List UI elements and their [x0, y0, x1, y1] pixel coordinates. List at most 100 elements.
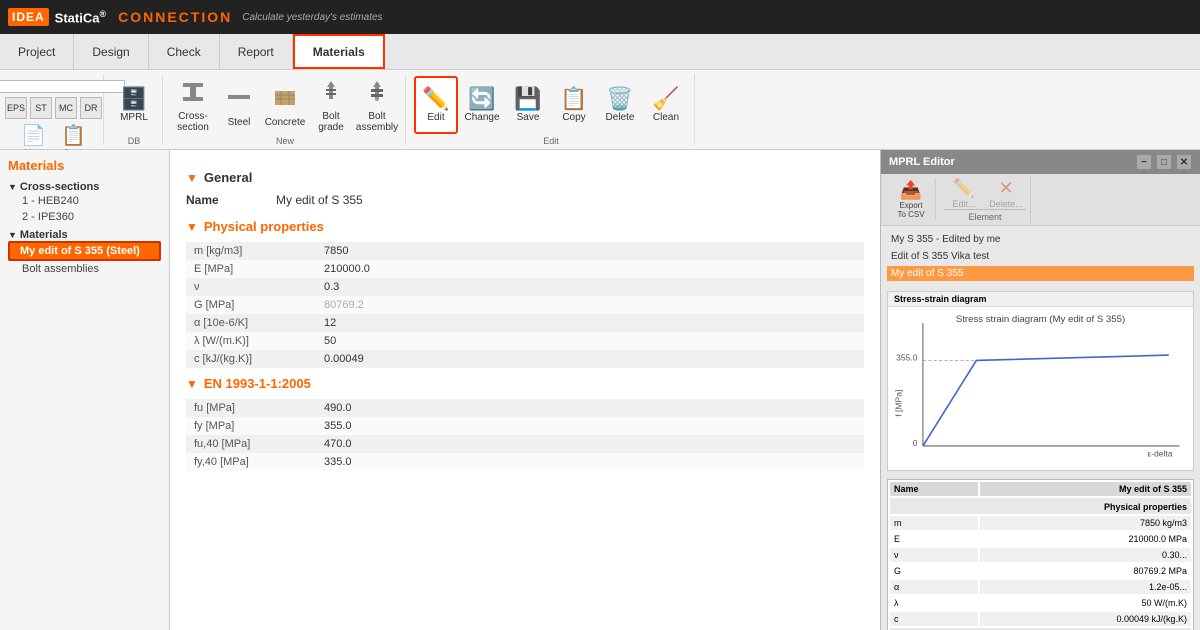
name-label: Name [186, 193, 266, 207]
db-group-label: DB [128, 134, 141, 146]
triangle-en: ▼ [186, 377, 198, 391]
tab-report[interactable]: Report [220, 34, 293, 69]
concrete-icon [271, 83, 299, 115]
change-btn[interactable]: 🔄 Change [460, 76, 504, 134]
copy-icon: 📋 [560, 88, 587, 110]
physical-props-table: m [kg/m3]7850E [MPa]210000.0ν0.3G [MPa]8… [186, 242, 864, 368]
mc-btn[interactable]: MC [55, 97, 77, 119]
export-icon: 📤 [900, 180, 922, 201]
physical-prop-row: c [kJ/(kg.K)]0.00049 [186, 350, 864, 368]
steel-btn[interactable]: Steel [217, 76, 261, 134]
mprl-prop-row: G80769.2 MPa [890, 564, 1191, 578]
change-icon: 🔄 [468, 88, 495, 110]
mprl-minimize-btn[interactable]: − [1136, 154, 1152, 170]
bolt-grade-icon [317, 77, 345, 109]
cross-section-btn[interactable]: Cross-section [171, 76, 215, 134]
mprl-list-item-1[interactable]: Edit of S 355 Vika test [887, 249, 1194, 264]
physical-prop-row: α [10e-6/K]12 [186, 314, 864, 332]
physical-prop-row: λ [W/(m.K)]50 [186, 332, 864, 350]
logo-staticа: StatiCa® [55, 9, 106, 25]
edit-btn[interactable]: ✏️ Edit [414, 76, 458, 134]
physical-props-header: ▼ Physical properties [186, 219, 864, 234]
physical-prop-row: ν0.3 [186, 278, 864, 296]
app-subtitle: Calculate yesterday's estimates [242, 12, 382, 23]
clean-icon: 🧹 [652, 88, 679, 110]
stress-strain-chart: Stress strain diagram (My edit of S 355)… [888, 307, 1193, 462]
mprl-prop-row: ν0.30... [890, 548, 1191, 562]
mprl-list-area: My S 355 - Edited by me Edit of S 355 Vi… [881, 226, 1200, 287]
bolt-grade-btn[interactable]: Bolt grade [309, 76, 353, 134]
edit-group-label: Edit [543, 134, 559, 146]
mprl-maximize-btn[interactable]: □ [1156, 154, 1172, 170]
eps-btn[interactable]: EPS [5, 97, 27, 119]
bolt-assembly-icon [363, 77, 391, 109]
mprl-toolbar-group1: 📤 ExportTo CSV [887, 178, 936, 221]
edit-icon: ✏️ [422, 88, 449, 110]
svg-text:ε-delta: ε-delta [1147, 449, 1172, 459]
sidebar-section-cross-sections-header[interactable]: ▼ Cross-sections [8, 181, 161, 193]
mprl-prop-row: α1.2e-05... [890, 580, 1191, 594]
main-content: Materials ▼ Cross-sections 1 - HEB240 2 … [0, 150, 1200, 630]
sidebar-item-ipe360[interactable]: 2 - IPE360 [8, 209, 161, 225]
toolbar-search-group: EPS ST MC DR 📄 New 📋 Copy [4, 74, 104, 145]
general-section-title: General [204, 170, 252, 185]
clean-btn[interactable]: 🧹 Clean [644, 76, 688, 134]
mprl-list-item-0[interactable]: My S 355 - Edited by me [887, 232, 1194, 247]
svg-text:355.0: 355.0 [896, 352, 918, 362]
chart-canvas: Stress strain diagram (My edit of S 355)… [888, 307, 1193, 462]
mprl-delete-btn[interactable]: ✕ Delete... [986, 178, 1026, 209]
sidebar-cross-sections: ▼ Cross-sections 1 - HEB240 2 - IPE360 [8, 181, 161, 225]
mprl-btn[interactable]: 🗄️ MPRL [112, 76, 156, 134]
dr-btn[interactable]: DR [80, 97, 102, 119]
tab-materials[interactable]: Materials [293, 34, 385, 69]
tab-check[interactable]: Check [149, 34, 220, 69]
bolt-assembly-btn[interactable]: Bolt assembly [355, 76, 399, 134]
mprl-list-item-2[interactable]: My edit of S 355 [887, 266, 1194, 281]
mprl-icon: 🗄️ [120, 88, 147, 110]
en-props-table: fu [MPa]490.0fy [MPa]355.0fu,40 [MPa]470… [186, 399, 864, 471]
physical-props-title: Physical properties [204, 219, 324, 234]
app-window: IDEA StatiCa® CONNECTION Calculate yeste… [0, 0, 1200, 630]
toolbar: EPS ST MC DR 📄 New 📋 Copy 🗄️ [0, 70, 1200, 150]
en-prop-row: fy [MPa]355.0 [186, 417, 864, 435]
sidebar-item-heb240[interactable]: 1 - HEB240 [8, 193, 161, 209]
general-section-header: ▼ General [186, 170, 864, 185]
mprl-edit-icon: ✏️ [953, 178, 975, 199]
new-icon: 📄 [21, 123, 46, 148]
title-bar: IDEA StatiCa® CONNECTION Calculate yeste… [0, 0, 1200, 34]
save-icon: 💾 [514, 88, 541, 110]
en-prop-row: fu [MPa]490.0 [186, 399, 864, 417]
concrete-btn[interactable]: Concrete [263, 76, 307, 134]
physical-prop-row: G [MPa]80769.2 [186, 296, 864, 314]
sidebar-item-my-edit-s355[interactable]: My edit of S 355 (Steel) [8, 241, 161, 261]
physical-prop-row: E [MPa]210000.0 [186, 260, 864, 278]
tab-project[interactable]: Project [0, 34, 74, 69]
mprl-export-btn[interactable]: 📤 ExportTo CSV [891, 180, 931, 219]
delete-icon: 🗑️ [606, 88, 633, 110]
mprl-section-label: Element [944, 209, 1026, 222]
copy-btn[interactable]: 📋 Copy [552, 76, 596, 134]
st-btn[interactable]: ST [30, 97, 52, 119]
mprl-panel: MPRL Editor − □ ✕ 📤 ExportTo CSV [880, 150, 1200, 630]
toolbar-edit-group: ✏️ Edit 🔄 Change 💾 Save 📋 Copy 🗑️ [408, 74, 695, 145]
mprl-chart-area: Stress-strain diagram Stress strain diag… [887, 291, 1194, 471]
tab-design[interactable]: Design [74, 34, 148, 69]
sidebar: Materials ▼ Cross-sections 1 - HEB240 2 … [0, 150, 170, 630]
mprl-table-col2: My edit of S 355 [980, 482, 1191, 496]
mprl-prop-row: λ50 W/(m.K) [890, 596, 1191, 610]
mprl-table-col1: Name [890, 482, 978, 496]
db-buttons: 🗄️ MPRL [112, 76, 156, 134]
mprl-close-btn[interactable]: ✕ [1176, 154, 1192, 170]
sidebar-item-bolt-assemblies[interactable]: Bolt assemblies [8, 261, 161, 277]
mprl-prop-row: m7850 kg/m3 [890, 516, 1191, 530]
sidebar-materials: ▼ Materials My edit of S 355 (Steel) Bol… [8, 229, 161, 277]
physical-prop-row: m [kg/m3]7850 [186, 242, 864, 260]
new-buttons: Cross-section Steel [171, 76, 399, 134]
mprl-edit-btn[interactable]: ✏️ Edit... [944, 178, 984, 209]
sidebar-section-materials-header[interactable]: ▼ Materials [8, 229, 161, 241]
save-btn[interactable]: 💾 Save [506, 76, 550, 134]
mprl-prop-row: E210000.0 MPa [890, 532, 1191, 546]
chart-tab[interactable]: Stress-strain diagram [894, 294, 987, 304]
delete-btn[interactable]: 🗑️ Delete [598, 76, 642, 134]
en-section-title: EN 1993-1-1:2005 [204, 376, 311, 391]
